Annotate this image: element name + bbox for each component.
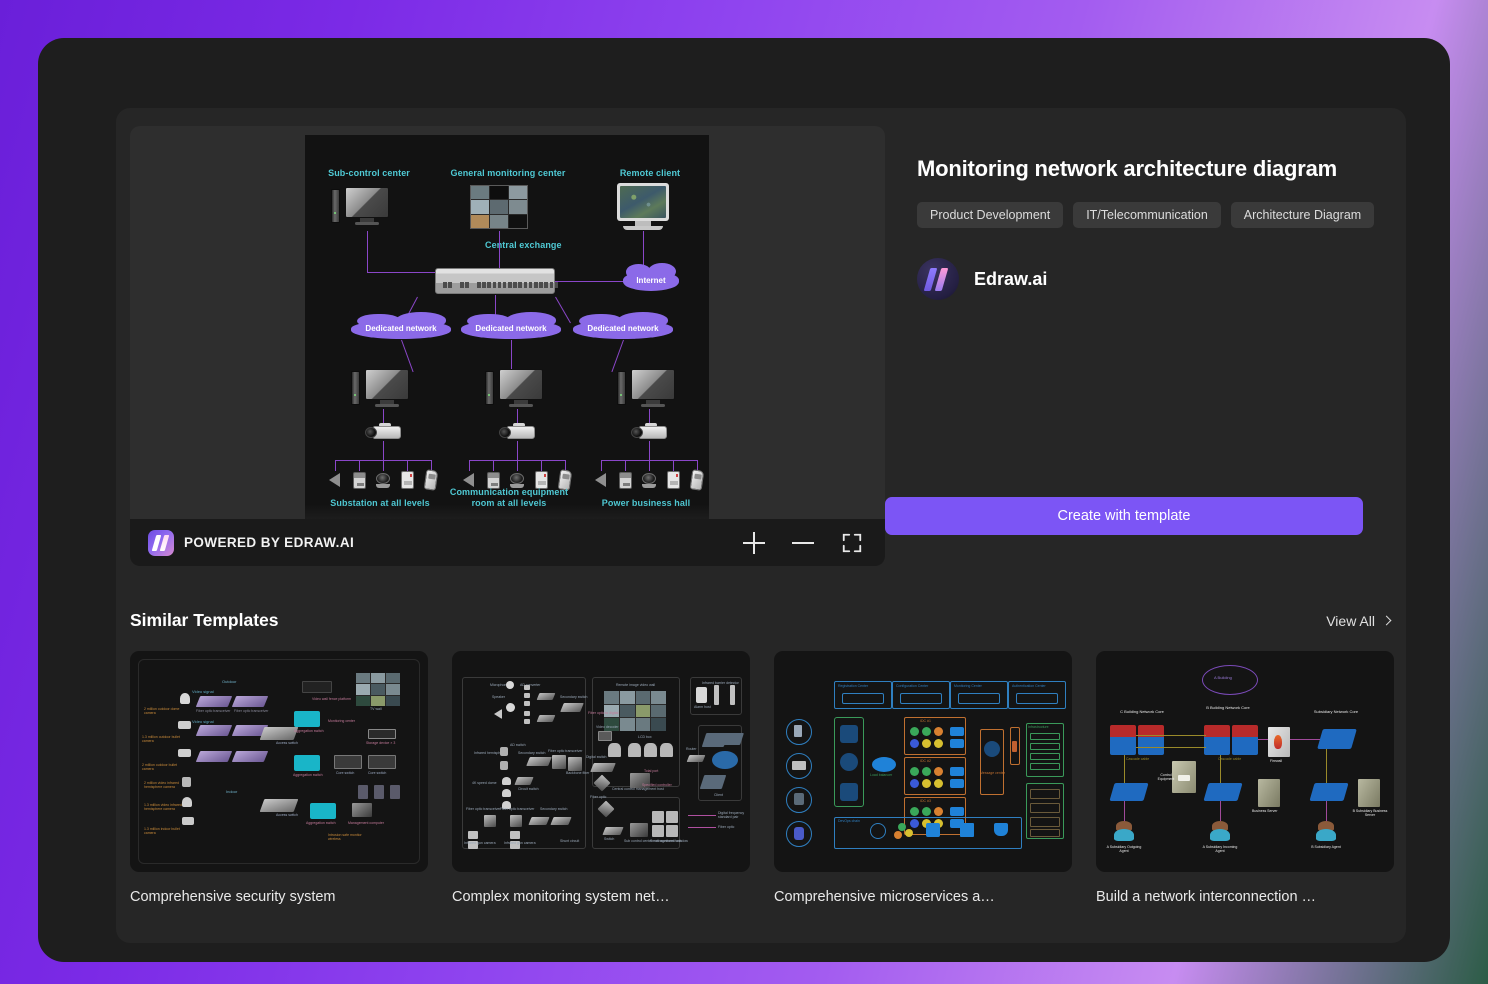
diagram-tower-pc bbox=[331, 189, 340, 223]
diagram-device-dome-camera bbox=[376, 473, 390, 488]
tag-architecture-diagram[interactable]: Architecture Diagram bbox=[1230, 202, 1375, 228]
similar-templates-title: Similar Templates bbox=[130, 610, 279, 630]
preview-toolbar: POWERED BY EDRAW.AI bbox=[130, 519, 885, 566]
diagram-wire bbox=[625, 460, 626, 471]
diagram-wire bbox=[493, 460, 494, 471]
tag-it-telecommunication[interactable]: IT/Telecommunication bbox=[1073, 202, 1221, 228]
diagram-wire bbox=[511, 340, 512, 372]
diagram-label-remote-client: Remote client bbox=[619, 168, 681, 178]
diagram-central-switch bbox=[435, 268, 559, 294]
diagram-remote-client-monitor bbox=[617, 183, 669, 230]
diagram-device-speaker bbox=[463, 473, 476, 487]
template-thumbnail: Outdoor Video signal 2 million outdoor d… bbox=[130, 651, 428, 872]
diagram-wire bbox=[555, 296, 571, 324]
view-all-link[interactable]: View All bbox=[1326, 612, 1392, 629]
diagram-wire bbox=[649, 460, 650, 471]
preview-controls bbox=[743, 531, 863, 554]
template-card[interactable]: Outdoor Video signal 2 million outdoor d… bbox=[130, 651, 428, 905]
similar-templates-section: Similar Templates View All Outdoor Video… bbox=[116, 566, 1406, 905]
fullscreen-icon[interactable] bbox=[841, 532, 863, 554]
similar-templates-list: Outdoor Video signal 2 million outdoor d… bbox=[130, 651, 1406, 905]
diagram-wire bbox=[555, 281, 627, 282]
diagram-cloud-dedicated-network-2: Dedicated network bbox=[461, 312, 561, 339]
template-card-title: Complex monitoring system net… bbox=[452, 889, 670, 905]
diagram-device-phone bbox=[689, 469, 705, 491]
diagram-wire bbox=[541, 460, 542, 471]
template-detail-page: Sub-control center General monitoring ce… bbox=[116, 108, 1406, 943]
diagram-wire bbox=[469, 460, 470, 471]
diagram-tower-pc bbox=[485, 371, 494, 405]
template-card[interactable]: Registration Center Configuration Center… bbox=[774, 651, 1072, 905]
tag-product-development[interactable]: Product Development bbox=[917, 202, 1064, 228]
diagram-canvas: Sub-control center General monitoring ce… bbox=[305, 135, 709, 530]
similar-templates-header: Similar Templates View All bbox=[130, 610, 1406, 631]
diagram-wire bbox=[383, 441, 384, 461]
chevron-right-icon bbox=[1381, 615, 1392, 626]
diagram-camera-1 bbox=[365, 423, 401, 441]
diagram-wire bbox=[367, 231, 368, 273]
diagram-tower-pc bbox=[617, 371, 626, 405]
diagram-device-terminal bbox=[619, 472, 632, 489]
diagram-device-dome-camera bbox=[510, 473, 524, 488]
powered-by-edraw: POWERED BY EDRAW.AI bbox=[148, 529, 355, 556]
diagram-wire bbox=[367, 272, 435, 273]
diagram-monitor-branch-1 bbox=[365, 369, 409, 407]
zoom-in-icon[interactable] bbox=[743, 531, 765, 554]
zoom-out-icon[interactable] bbox=[792, 532, 814, 554]
diagram-device-terminal bbox=[353, 472, 366, 489]
diagram-cloud-internet: Internet bbox=[623, 263, 679, 291]
diagram-wire bbox=[643, 231, 644, 267]
diagram-device-dome-camera bbox=[642, 473, 656, 488]
author-row[interactable]: Edraw.ai bbox=[917, 258, 1376, 300]
top-section: Sub-control center General monitoring ce… bbox=[116, 108, 1406, 566]
diagram-cloud-dedicated-network-3: Dedicated network bbox=[573, 312, 673, 339]
diagram-wire bbox=[601, 460, 602, 471]
diagram-wire bbox=[407, 460, 408, 471]
app-window: Sub-control center General monitoring ce… bbox=[38, 38, 1450, 962]
diagram-wire bbox=[673, 460, 674, 471]
diagram-device-panel bbox=[401, 471, 414, 489]
diagram-monitor-branch-3 bbox=[631, 369, 675, 407]
diagram-wire bbox=[517, 441, 518, 461]
diagram-video-wall bbox=[470, 185, 528, 229]
edraw-logo-icon bbox=[148, 529, 174, 556]
diagram-wire bbox=[383, 460, 384, 471]
template-card[interactable]: A Building C Building Network Core B Bui… bbox=[1096, 651, 1394, 905]
diagram-camera-3 bbox=[631, 423, 667, 441]
avatar bbox=[917, 258, 959, 300]
diagram-wire bbox=[611, 339, 624, 373]
diagram-device-speaker bbox=[329, 473, 342, 487]
page-title: Monitoring network architecture diagram bbox=[917, 156, 1338, 181]
diagram-device-speaker bbox=[595, 473, 608, 487]
diagram-label-central-exchange: Central exchange bbox=[485, 240, 562, 250]
diagram-wire bbox=[649, 441, 650, 461]
template-card-title: Comprehensive security system bbox=[130, 889, 336, 905]
diagram-wire bbox=[359, 460, 360, 471]
diagram-monitor-sub-control bbox=[345, 187, 389, 225]
diagram-cloud-dedicated-network-1: Dedicated network bbox=[351, 312, 451, 339]
tag-list: Product Development IT/Telecommunication… bbox=[917, 202, 1376, 228]
diagram-wire bbox=[401, 339, 414, 373]
diagram-monitor-branch-2 bbox=[499, 369, 543, 407]
view-all-label: View All bbox=[1326, 612, 1375, 629]
template-info-panel: Monitoring network architecture diagram … bbox=[885, 126, 1406, 566]
diagram-wire bbox=[517, 460, 518, 471]
diagram-label-sub-control: Sub-control center bbox=[328, 168, 410, 178]
template-thumbnail: A Building C Building Network Core B Bui… bbox=[1096, 651, 1394, 872]
diagram-device-panel bbox=[667, 471, 680, 489]
diagram-camera-2 bbox=[499, 423, 535, 441]
template-thumbnail: Registration Center Configuration Center… bbox=[774, 651, 1072, 872]
powered-by-label: POWERED BY EDRAW.AI bbox=[184, 535, 355, 550]
diagram-label-general-monitoring: General monitoring center bbox=[450, 168, 566, 178]
template-card[interactable]: Microphone Speaker AD converter Secondar… bbox=[452, 651, 750, 905]
diagram-tower-pc bbox=[351, 371, 360, 405]
template-card-title: Build a network interconnection … bbox=[1096, 889, 1317, 905]
create-with-template-button[interactable]: Create with template bbox=[885, 497, 1363, 535]
template-thumbnail: Microphone Speaker AD converter Secondar… bbox=[452, 651, 750, 872]
template-preview-card[interactable]: Sub-control center General monitoring ce… bbox=[130, 126, 885, 566]
author-name: Edraw.ai bbox=[974, 268, 1048, 289]
diagram-wire bbox=[335, 460, 336, 471]
diagram-device-phone bbox=[423, 469, 439, 491]
template-card-title: Comprehensive microservices a… bbox=[774, 889, 995, 905]
